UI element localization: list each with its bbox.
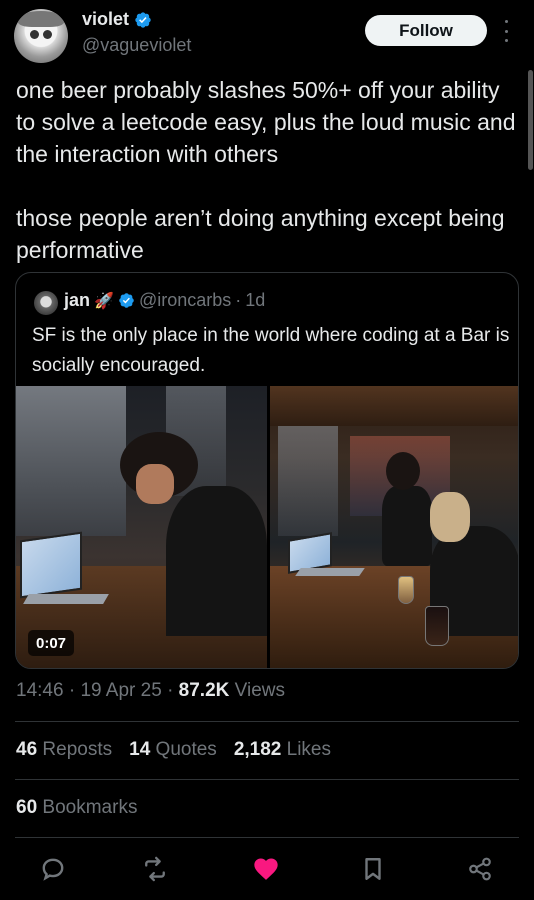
quoted-handle: @ironcarbs [138,290,232,310]
avatar-hair [18,11,64,27]
video-duration-badge: 0:07 [28,630,75,656]
likes-stat[interactable]: 2,182 Likes [234,739,331,761]
repost-icon[interactable] [138,852,172,886]
views-label: Views [234,680,285,701]
divider [15,779,519,780]
author-handle[interactable]: @vagueviolet [82,35,191,56]
action-bar [0,852,534,886]
rocket-emoji: 🚀 [94,292,114,310]
tweet-meta: 14:46 · 19 Apr 25 · 87.2K Views [16,680,285,702]
meta-separator: · [167,680,174,701]
tweet-time: 14:46 [16,680,64,701]
video-frame-right [269,386,518,668]
bookmark-icon[interactable] [356,852,390,886]
quoted-text: SF is the only place in the world where … [32,325,510,376]
quoted-time: 1d [245,290,266,310]
quoted-author-avatar[interactable] [34,291,58,315]
reposts-stat[interactable]: 46 Reposts [16,739,112,761]
bookmarks-stat[interactable]: 60 Bookmarks [16,797,137,819]
video-media[interactable]: 0:07 [16,386,518,668]
quoted-tweet[interactable]: jan 🚀 @ironcarbs · 1d SF is the only pla… [15,272,519,669]
quoted-separator: · [235,290,242,310]
views-count: 87.2K [178,680,230,701]
verified-badge-icon [135,11,151,28]
tweet-text: one beer probably slashes 50%+ off your … [16,77,516,263]
author-avatar[interactable] [14,9,68,63]
quoted-display-name: jan [64,290,91,310]
follow-button[interactable]: Follow [365,15,487,46]
scrollbar[interactable] [528,70,533,170]
author-name-row[interactable]: violet [82,9,152,30]
share-icon[interactable] [463,852,497,886]
more-options-icon[interactable] [502,20,510,42]
avatar-eye [43,30,52,39]
tweet-date: 19 Apr 25 [80,680,162,701]
engagement-stats: 46 Reposts 14 Quotes 2,182 Likes [16,739,331,761]
divider [15,837,519,838]
avatar-eye [30,30,39,39]
divider [15,721,519,722]
verified-badge-icon [119,293,134,308]
quoted-header: jan 🚀 @ironcarbs · 1d [64,290,265,311]
video-frame-left [16,386,267,668]
meta-separator: · [68,680,76,701]
reply-icon[interactable] [36,852,70,886]
quotes-stat[interactable]: 14 Quotes [129,739,217,761]
heart-icon[interactable] [249,852,283,886]
author-display-name[interactable]: violet [82,9,129,30]
